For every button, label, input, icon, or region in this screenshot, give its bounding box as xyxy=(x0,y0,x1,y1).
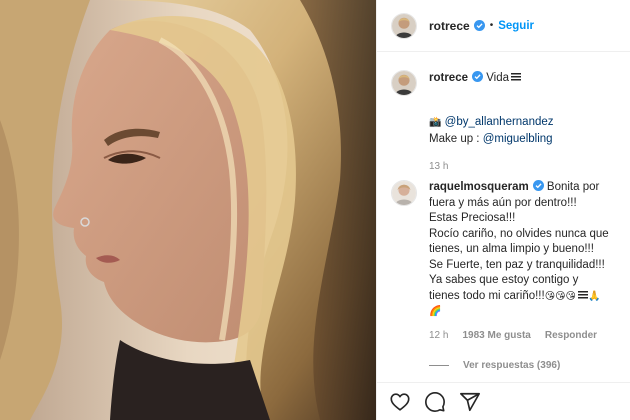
comment-icon[interactable] xyxy=(424,391,446,413)
lines-emoji-icon xyxy=(511,73,522,82)
verified-badge-icon xyxy=(472,71,483,82)
comment-meta: 12 h 1983 Me gusta Responder xyxy=(429,330,623,341)
view-replies-label: Ver respuestas (396) xyxy=(463,360,561,371)
lines-emoji-icon xyxy=(577,290,588,300)
author-username[interactable]: rotrece xyxy=(429,19,470,33)
comment-timestamp[interactable]: 12 h xyxy=(429,330,448,341)
comment-line: Se Fuerte, ten paz y tranquilidad!!! xyxy=(429,258,605,271)
caption-username[interactable]: rotrece xyxy=(429,72,468,84)
heart-icon[interactable] xyxy=(389,391,411,413)
post-header: rotrece • Seguir xyxy=(377,0,630,52)
photo-credit-link[interactable]: @by_allanhernandez xyxy=(445,116,554,128)
share-icon[interactable] xyxy=(459,391,481,413)
post-caption: rotrece Vida 📸 @by_allanhernandez Make u… xyxy=(391,70,623,172)
post-photo[interactable] xyxy=(0,0,376,420)
view-replies-button[interactable]: Ver respuestas (396) xyxy=(429,360,560,371)
post-action-bar xyxy=(377,382,630,420)
rainbow-emoji-icon: 🌈 xyxy=(429,306,442,317)
caption-timestamp[interactable]: 13 h xyxy=(429,161,623,172)
instagram-post-window: rotrece • Seguir rotrece Vida 📸 @by_alla… xyxy=(0,0,630,420)
makeup-credit-link[interactable]: @miguelbling xyxy=(483,133,553,145)
pray-emoji-icon: 🙏 xyxy=(587,290,601,302)
commenter-avatar[interactable] xyxy=(391,180,417,206)
verified-badge-icon xyxy=(532,180,544,191)
kiss-emoji-icon: 😘😘😘 xyxy=(544,290,576,302)
comment-text: raquelmosqueram Bonita por fuera y más a… xyxy=(429,180,609,320)
commenter-username[interactable]: raquelmosqueram xyxy=(429,181,529,193)
comment-line: fuera y más aún por dentro!!! xyxy=(429,196,577,209)
verified-badge-icon xyxy=(473,20,485,31)
comment-item: raquelmosqueram Bonita por fuera y más a… xyxy=(391,180,623,341)
caption-title: Vida xyxy=(486,72,510,84)
caption-avatar[interactable] xyxy=(391,70,417,96)
replies-divider xyxy=(429,365,449,366)
post-sidebar: rotrece • Seguir rotrece Vida 📸 @by_alla… xyxy=(376,0,630,420)
header-separator: • xyxy=(489,20,494,31)
reply-button[interactable]: Responder xyxy=(545,330,597,341)
portrait-image xyxy=(0,0,376,420)
makeup-label: Make up : xyxy=(429,133,483,145)
caption-body: 📸 @by_allanhernandez Make up : @miguelbl… xyxy=(429,114,623,147)
avatar-image xyxy=(392,13,416,38)
caption-title-line: rotrece Vida xyxy=(429,70,522,96)
comment-line: Bonita por xyxy=(546,181,600,193)
comment-line: Estas Preciosa!!! xyxy=(429,212,516,224)
comment-likes[interactable]: 1983 Me gusta xyxy=(462,330,530,341)
follow-button[interactable]: Seguir xyxy=(498,20,534,32)
avatar-image xyxy=(392,181,416,205)
comment-line: tienes, un alma limpio y bueno!!! xyxy=(429,243,594,255)
avatar-image xyxy=(392,71,416,95)
comment-line: tienes todo mi cariño!!! xyxy=(429,289,545,302)
author-avatar[interactable] xyxy=(391,12,417,39)
comment-line: Ya sabes que estoy contigo y xyxy=(429,274,579,286)
camera-emoji-icon: 📸 xyxy=(429,117,442,128)
comment-line: Rocío cariño, no olvides nunca que xyxy=(429,227,609,240)
